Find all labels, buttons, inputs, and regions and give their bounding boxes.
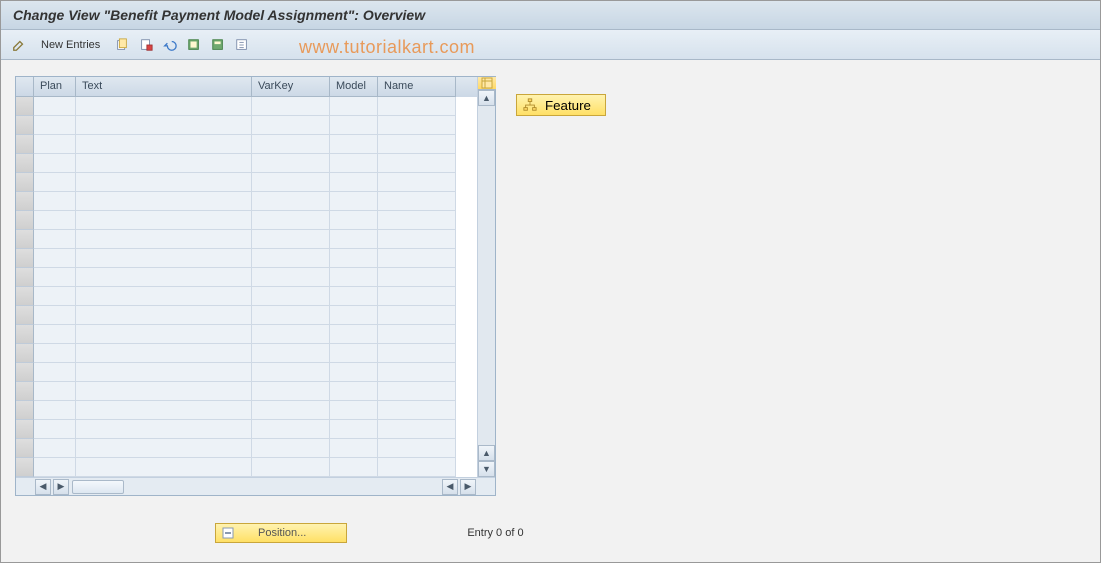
row-selector[interactable] bbox=[16, 458, 34, 477]
row-selector[interactable] bbox=[16, 401, 34, 420]
row-selector[interactable] bbox=[16, 420, 34, 439]
grid-columns: Plan Text VarKey Model Name bbox=[34, 77, 477, 477]
toolbar: New Entries bbox=[1, 30, 1100, 60]
header-row: Plan Text VarKey Model Name bbox=[34, 77, 477, 97]
position-button-label: Position... bbox=[258, 527, 306, 539]
horizontal-scrollbar[interactable]: ◀ ▶ ◀ ▶ bbox=[16, 477, 495, 495]
table-row[interactable] bbox=[34, 173, 477, 192]
footer: Position... Entry 0 of 0 bbox=[1, 517, 1100, 549]
entry-status: Entry 0 of 0 bbox=[467, 527, 523, 539]
copy-button[interactable] bbox=[112, 35, 132, 55]
table-row[interactable] bbox=[34, 287, 477, 306]
feature-button-label: Feature bbox=[545, 98, 591, 113]
scroll-left-button[interactable]: ◀ bbox=[35, 479, 51, 495]
table-row[interactable] bbox=[34, 154, 477, 173]
row-selector[interactable] bbox=[16, 325, 34, 344]
row-selector[interactable] bbox=[16, 439, 34, 458]
table-row[interactable] bbox=[34, 249, 477, 268]
col-header-varkey[interactable]: VarKey bbox=[252, 77, 330, 97]
row-selector[interactable] bbox=[16, 230, 34, 249]
vscroll-track[interactable] bbox=[478, 106, 495, 445]
table-row[interactable] bbox=[34, 363, 477, 382]
row-selector[interactable] bbox=[16, 135, 34, 154]
row-selector[interactable] bbox=[16, 97, 34, 116]
row-selector[interactable] bbox=[16, 268, 34, 287]
col-header-plan[interactable]: Plan bbox=[34, 77, 76, 97]
delete-icon bbox=[139, 38, 153, 52]
table-row[interactable] bbox=[34, 211, 477, 230]
feature-button[interactable]: Feature bbox=[516, 94, 606, 116]
scroll-down-button[interactable]: ▲ bbox=[478, 445, 495, 461]
row-selector[interactable] bbox=[16, 154, 34, 173]
scroll-right-button[interactable]: ▶ bbox=[460, 479, 476, 495]
row-selector[interactable] bbox=[16, 344, 34, 363]
table-config-icon bbox=[481, 77, 493, 89]
table-row[interactable] bbox=[34, 458, 477, 477]
position-icon bbox=[222, 527, 234, 539]
row-selector[interactable] bbox=[16, 116, 34, 135]
scroll-down-button-2[interactable]: ▼ bbox=[478, 461, 495, 477]
vertical-scrollbar[interactable]: ▲ ▲ ▼ bbox=[477, 77, 495, 477]
row-selector[interactable] bbox=[16, 363, 34, 382]
row-selector[interactable] bbox=[16, 173, 34, 192]
pencil-icon bbox=[12, 38, 26, 52]
row-selector[interactable] bbox=[16, 249, 34, 268]
table-row[interactable] bbox=[34, 192, 477, 211]
hscroll-thumb[interactable] bbox=[72, 480, 124, 494]
row-selector[interactable] bbox=[16, 211, 34, 230]
deselect-button[interactable] bbox=[232, 35, 252, 55]
content: Plan Text VarKey Model Name bbox=[1, 60, 1100, 512]
edit-button[interactable] bbox=[9, 35, 29, 55]
table-row[interactable] bbox=[34, 382, 477, 401]
select-all-icon bbox=[187, 38, 201, 52]
table-row[interactable] bbox=[34, 401, 477, 420]
selector-header[interactable] bbox=[16, 77, 34, 97]
table-row[interactable] bbox=[34, 97, 477, 116]
undo-icon bbox=[163, 38, 177, 52]
grid-container: Plan Text VarKey Model Name bbox=[15, 76, 496, 496]
scroll-up-button[interactable]: ▲ bbox=[478, 90, 495, 106]
table-row[interactable] bbox=[34, 230, 477, 249]
row-selector[interactable] bbox=[16, 382, 34, 401]
table-row[interactable] bbox=[34, 135, 477, 154]
select-all-button[interactable] bbox=[184, 35, 204, 55]
page-title: Change View "Benefit Payment Model Assig… bbox=[13, 7, 1088, 23]
undo-button[interactable] bbox=[160, 35, 180, 55]
new-entries-button[interactable]: New Entries bbox=[33, 36, 108, 54]
table-row[interactable] bbox=[34, 116, 477, 135]
row-selector[interactable] bbox=[16, 192, 34, 211]
table-row[interactable] bbox=[34, 325, 477, 344]
table-row[interactable] bbox=[34, 344, 477, 363]
table-row[interactable] bbox=[34, 268, 477, 287]
header: Change View "Benefit Payment Model Assig… bbox=[1, 1, 1100, 30]
table-config-button[interactable] bbox=[478, 77, 496, 90]
select-block-icon bbox=[211, 38, 225, 52]
select-block-button[interactable] bbox=[208, 35, 228, 55]
position-button[interactable]: Position... bbox=[215, 523, 347, 543]
col-header-model[interactable]: Model bbox=[330, 77, 378, 97]
scroll-left-end-button[interactable]: ◀ bbox=[442, 479, 458, 495]
table-row[interactable] bbox=[34, 306, 477, 325]
table-row[interactable] bbox=[34, 439, 477, 458]
data-grid[interactable]: Plan Text VarKey Model Name bbox=[16, 77, 495, 477]
row-selector[interactable] bbox=[16, 306, 34, 325]
row-selector[interactable] bbox=[16, 287, 34, 306]
table-row[interactable] bbox=[34, 420, 477, 439]
col-header-name[interactable]: Name bbox=[378, 77, 456, 97]
col-header-text[interactable]: Text bbox=[76, 77, 252, 97]
delete-button[interactable] bbox=[136, 35, 156, 55]
scroll-right-step-button[interactable]: ▶ bbox=[53, 479, 69, 495]
row-selector-column bbox=[16, 77, 34, 477]
copy-icon bbox=[115, 38, 129, 52]
hierarchy-icon bbox=[523, 98, 537, 112]
deselect-icon bbox=[235, 38, 249, 52]
